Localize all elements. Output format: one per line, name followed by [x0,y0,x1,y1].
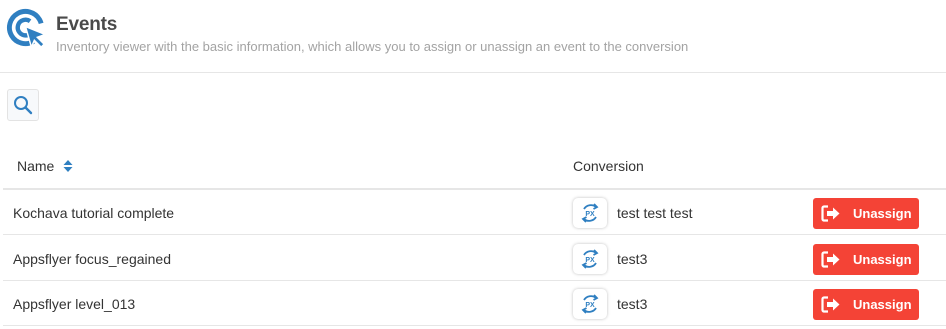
px-conversion-icon: PX [573,244,607,274]
sign-out-icon [821,205,840,222]
table-row: Kochava tutorial complete PX test test t… [3,190,946,235]
unassign-button-label: Unassign [853,206,912,221]
unassign-button[interactable]: Unassign [813,244,919,275]
conversion-name: test3 [617,296,648,312]
table-row: Appsflyer focus_regained PX test3 Unassi… [3,236,946,281]
search-button[interactable] [7,89,39,121]
event-name: Appsflyer focus_regained [13,251,171,267]
px-conversion-icon: PX [573,198,607,228]
svg-text:PX: PX [585,211,595,218]
sort-icon[interactable] [63,159,73,173]
unassign-button-label: Unassign [853,297,912,312]
sign-out-icon [821,296,840,313]
search-icon [14,96,33,115]
event-name: Appsflyer level_013 [13,296,136,312]
page-title: Events [56,14,118,35]
conversion-name: test test test [617,205,693,221]
px-conversion-icon: PX [573,289,607,319]
column-header-name-label: Name [17,158,55,174]
page-subtitle: Inventory viewer with the basic informat… [56,39,689,54]
column-header-name[interactable]: Name [17,158,73,174]
svg-text:PX: PX [585,257,595,264]
page-header: Events Inventory viewer with the basic i… [0,0,946,73]
column-header-conversion: Conversion [573,158,644,174]
unassign-button[interactable]: Unassign [813,198,919,229]
unassign-button[interactable]: Unassign [813,289,919,320]
sign-out-icon [821,251,840,268]
svg-text:PX: PX [585,302,595,309]
unassign-button-label: Unassign [853,252,912,267]
conversion-name: test3 [617,251,648,267]
table-row: Appsflyer level_013 PX test3 Unassign [3,281,946,326]
event-name: Kochava tutorial complete [13,205,175,221]
cursor-click-logo-icon [6,8,48,50]
